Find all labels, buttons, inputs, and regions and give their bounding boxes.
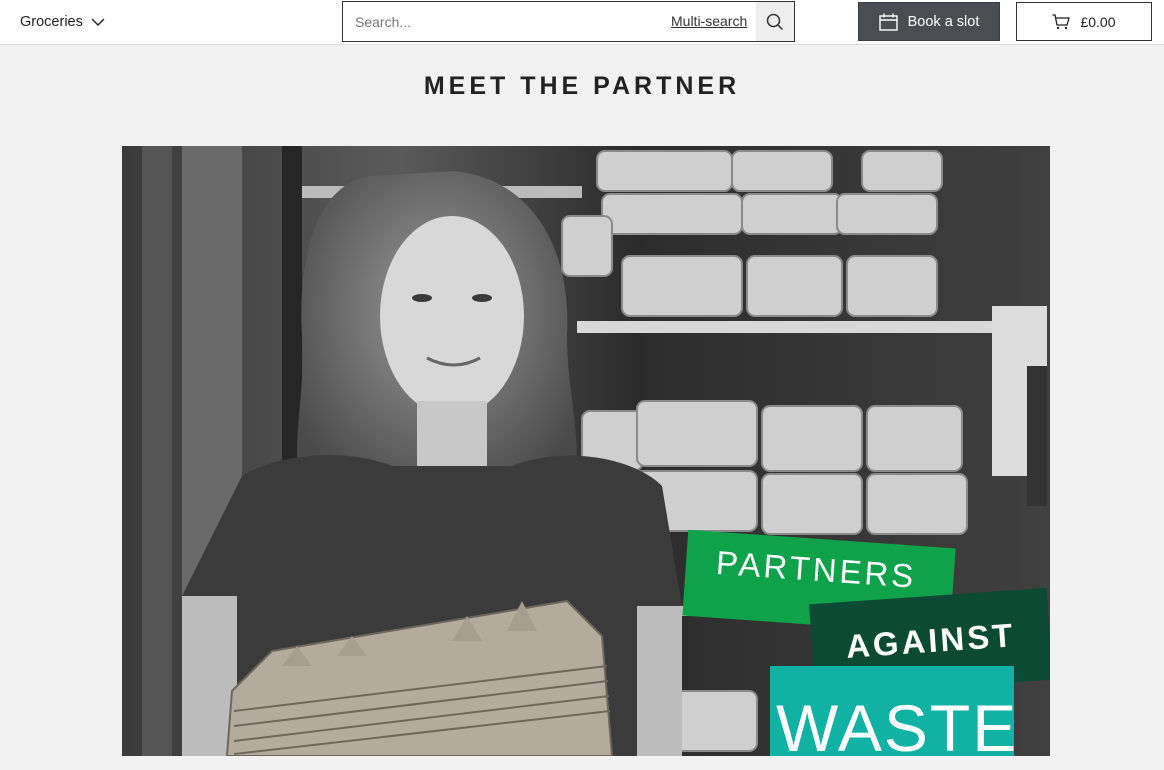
groceries-menu-button[interactable]: Groceries xyxy=(20,12,105,32)
cart-icon xyxy=(1052,13,1071,29)
hero-image: PARTNERS AGAINST WASTE xyxy=(122,146,1050,756)
top-navigation-bar: Groceries Multi-search Book a slot £0.00 xyxy=(0,0,1164,45)
search-icon xyxy=(766,13,784,30)
search-button[interactable] xyxy=(756,2,794,41)
groceries-menu-label: Groceries xyxy=(20,14,83,30)
page-title: MEET THE PARTNER xyxy=(423,72,741,100)
multi-search-link[interactable]: Multi-search xyxy=(671,13,747,29)
calendar-icon xyxy=(878,13,898,31)
book-a-slot-button[interactable]: Book a slot xyxy=(858,2,1000,41)
basket-total: £0.00 xyxy=(1080,13,1116,30)
chevron-down-icon xyxy=(91,15,105,29)
search-input[interactable] xyxy=(343,2,663,41)
waste-tag: WASTE xyxy=(770,666,1016,756)
basket-button[interactable]: £0.00 xyxy=(1016,2,1152,41)
search-bar: Multi-search xyxy=(342,1,795,42)
book-a-slot-label: Book a slot xyxy=(907,13,980,30)
